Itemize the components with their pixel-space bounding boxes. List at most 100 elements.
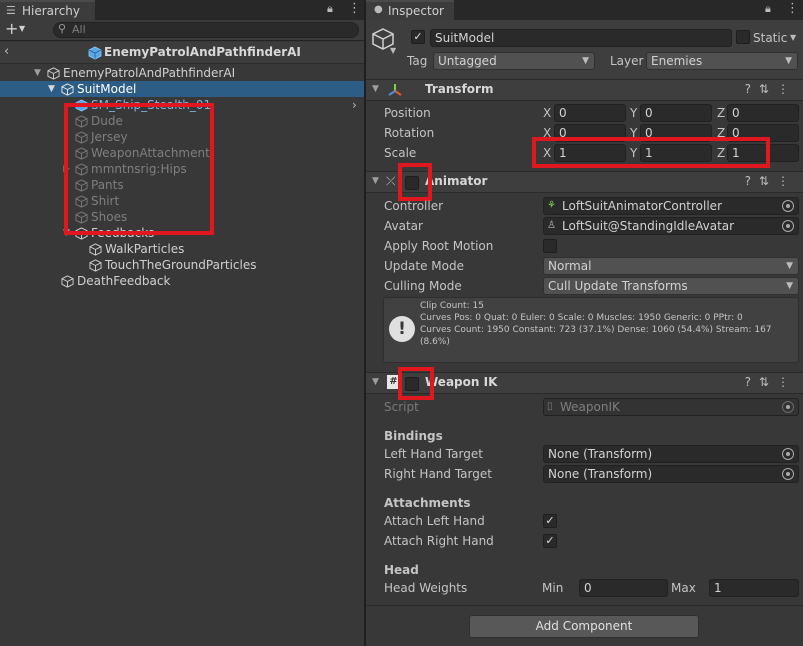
gameobject-cube-icon [47, 67, 60, 80]
tree-row-root[interactable]: ▼ EnemyPatrolAndPathfinderAI [0, 65, 364, 81]
attach-left-hand-checkbox[interactable]: ✓ [543, 514, 557, 528]
animator-controller-icon: ⚘ [547, 200, 556, 211]
apply-root-motion-checkbox[interactable] [543, 239, 557, 253]
lock-icon[interactable]: 🔒︎ [327, 2, 333, 16]
left-hand-target-field[interactable]: None (Transform) [543, 445, 799, 463]
back-arrow-icon[interactable]: ‹ [4, 44, 9, 59]
transform-axes-icon [388, 84, 402, 96]
bindings-header: Bindings [384, 429, 443, 443]
layer-dropdown[interactable]: Enemies ▼ [646, 52, 798, 70]
foldout-arrow-icon[interactable]: ▼ [372, 377, 379, 387]
create-dropdown-arrow-icon[interactable]: ▼ [19, 24, 25, 33]
axis-y-label: Y [630, 106, 638, 120]
controller-field[interactable]: ⚘ LoftSuitAnimatorController [543, 197, 799, 215]
tree-row-deathfeedback[interactable]: DeathFeedback [0, 273, 364, 289]
animator-title: Animator [425, 174, 488, 188]
create-plus-icon[interactable]: + [5, 19, 18, 38]
highlight-box [532, 137, 770, 168]
object-picker-icon[interactable] [782, 220, 794, 232]
script-label: Script [384, 400, 419, 414]
inspector-tab-bar: ● Inspector 🔒︎ ⋮ [366, 0, 803, 20]
rotation-label: Rotation [384, 126, 435, 140]
update-mode-dropdown[interactable]: Normal ▼ [543, 257, 799, 275]
avatar-icon: ♙ [547, 220, 556, 231]
head-weight-min-field[interactable]: 0 [579, 579, 668, 597]
dropdown-arrow-icon: ▼ [582, 56, 589, 66]
hierarchy-toolbar: + ▼ ⚲ All [0, 19, 364, 41]
tree-row-touchtheground[interactable]: TouchTheGroundParticles [0, 257, 364, 273]
hierarchy-search-input[interactable]: ⚲ All [53, 22, 359, 38]
gameobject-cube-icon [89, 243, 102, 256]
scene-title: EnemyPatrolAndPathfinderAI [104, 45, 301, 59]
attach-right-hand-checkbox[interactable]: ✓ [543, 534, 557, 548]
update-mode-value: Normal [548, 259, 592, 273]
expand-arrow-icon[interactable]: ▼ [34, 65, 41, 81]
highlight-box [398, 367, 434, 400]
prefab-cube-icon [88, 46, 102, 60]
more-menu-icon[interactable]: ⋮ [348, 1, 361, 16]
icon-dropdown-arrow-icon[interactable]: ▼ [390, 46, 396, 55]
hierarchy-panel: ☰ Hierarchy 🔒︎ ⋮ + ▼ ⚲ All ‹ EnemyPatrol… [0, 0, 364, 646]
component-header-icons[interactable]: ?⇅⋮ [745, 82, 797, 96]
more-menu-icon[interactable]: ⋮ [786, 1, 799, 16]
dropdown-arrow-icon: ▼ [785, 56, 792, 66]
animator-info-box: ! Clip Count: 15 Curves Pos: 0 Quat: 0 E… [383, 297, 799, 363]
object-picker-icon[interactable] [782, 200, 794, 212]
lock-icon[interactable]: 🔒︎ [765, 2, 771, 16]
tree-item-label: TouchTheGroundParticles [105, 258, 257, 272]
static-dropdown-arrow-icon[interactable]: ▼ [790, 33, 796, 42]
expand-arrow-icon[interactable]: ▼ [48, 81, 55, 97]
tab-inspector[interactable]: ● Inspector [366, 0, 454, 20]
avatar-value: LoftSuit@StandingIdleAvatar [562, 219, 735, 233]
avatar-field[interactable]: ♙ LoftSuit@StandingIdleAvatar [543, 217, 799, 235]
head-weights-label: Head Weights [384, 581, 468, 595]
info-line: Clip Count: 15 [420, 301, 484, 311]
object-name-field[interactable]: SuitModel [430, 29, 732, 47]
tree-item-label: SuitModel [77, 82, 137, 96]
layer-value: Enemies [651, 54, 703, 68]
culling-mode-value: Cull Update Transforms [548, 279, 688, 293]
active-checkbox[interactable]: ✓ [411, 30, 425, 44]
position-z-field[interactable]: 0 [727, 104, 799, 122]
scene-header: ‹ EnemyPatrolAndPathfinderAI [0, 42, 364, 64]
object-picker-icon[interactable] [782, 468, 794, 480]
add-component-button[interactable]: Add Component [469, 615, 699, 638]
tree-row-walkparticles[interactable]: WalkParticles [0, 241, 364, 257]
head-weight-max-field[interactable]: 1 [709, 579, 799, 597]
left-hand-target-value: None (Transform) [548, 447, 653, 461]
position-x-field[interactable]: 0 [554, 104, 626, 122]
culling-mode-label: Culling Mode [384, 279, 462, 293]
static-checkbox[interactable] [736, 30, 750, 44]
search-placeholder: All [72, 23, 86, 36]
gameobject-cube-icon [89, 259, 102, 272]
component-header-icons[interactable]: ?⇅⋮ [745, 174, 797, 188]
tree-row-suitmodel[interactable]: ▼ SuitModel [0, 81, 364, 97]
warning-icon: ! [389, 316, 415, 342]
object-picker-icon[interactable] [782, 448, 794, 460]
dropdown-arrow-icon: ▼ [786, 261, 793, 271]
foldout-arrow-icon[interactable]: ▼ [372, 84, 379, 94]
tag-value: Untagged [438, 54, 497, 68]
dropdown-arrow-icon: ▼ [786, 281, 793, 291]
right-hand-target-field[interactable]: None (Transform) [543, 465, 799, 483]
component-header-icons[interactable]: ?⇅⋮ [745, 375, 797, 389]
tab-hierarchy[interactable]: ☰ Hierarchy [0, 0, 95, 20]
script-field: ▯ WeaponIK [543, 398, 799, 416]
axis-x-label: X [543, 106, 552, 120]
transform-header[interactable]: ▼ Transform ?⇅⋮ [366, 79, 803, 101]
position-y-field[interactable]: 0 [640, 104, 712, 122]
tag-dropdown[interactable]: Untagged ▼ [433, 52, 595, 70]
info-circle-icon: ● [374, 4, 383, 15]
position-label: Position [384, 106, 431, 120]
transform-title: Transform [425, 82, 494, 96]
chevron-right-icon[interactable]: › [352, 97, 357, 113]
gameobject-cube-icon [61, 275, 74, 288]
info-line: (8.6%) [420, 337, 450, 347]
apply-root-motion-label: Apply Root Motion [384, 239, 494, 253]
culling-mode-dropdown[interactable]: Cull Update Transforms ▼ [543, 277, 799, 295]
attach-right-hand-label: Attach Right Hand [384, 534, 494, 548]
info-line: Curves Count: 1950 Constant: 723 (37.1%)… [420, 325, 772, 335]
highlight-box [398, 163, 432, 201]
foldout-arrow-icon[interactable]: ▼ [372, 176, 379, 186]
weapon-ik-title: Weapon IK [425, 375, 498, 389]
